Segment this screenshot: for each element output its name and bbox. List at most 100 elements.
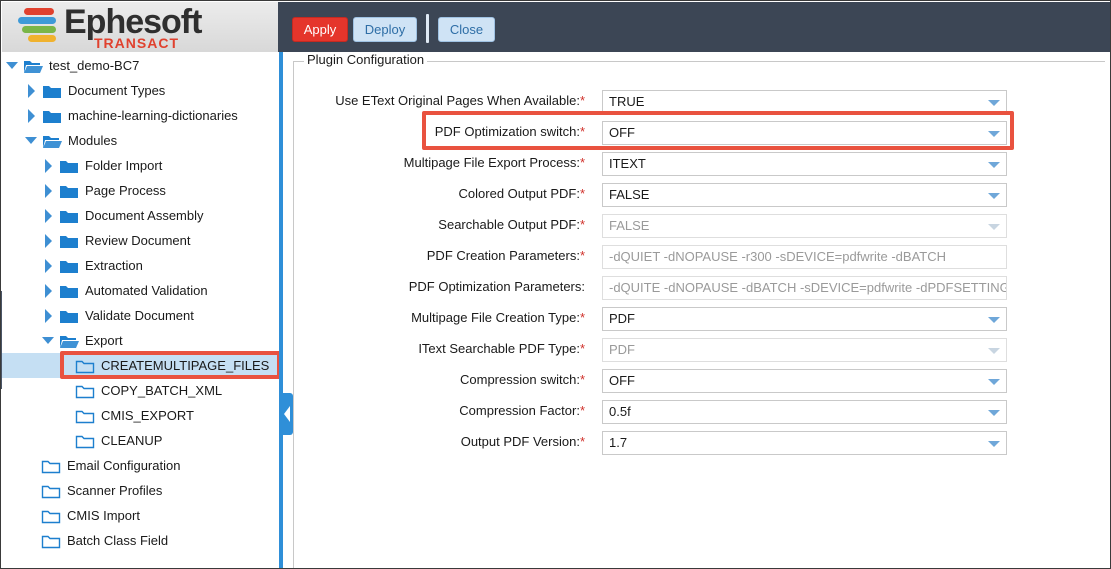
- tree-node-label: Automated Validation: [85, 283, 208, 298]
- select-5: FALSE: [602, 214, 1007, 238]
- required-asterisk: *: [579, 434, 585, 449]
- expanded-arrow-icon[interactable]: [42, 330, 54, 352]
- folder-icon: [41, 534, 61, 549]
- collapse-tree-handle[interactable]: [281, 393, 293, 435]
- dropdown-arrow-icon: [988, 348, 1000, 354]
- tree-node-label: Export: [85, 333, 123, 348]
- folder-icon: [59, 184, 79, 199]
- field-label: PDF Creation Parameters:*: [427, 248, 585, 263]
- collapsed-arrow-icon[interactable]: [42, 305, 54, 327]
- required-asterisk: *: [579, 155, 585, 170]
- field-label-text: IText Searchable PDF Type:: [418, 341, 580, 356]
- close-button[interactable]: Close: [438, 17, 495, 42]
- field-label: Use EText Original Pages When Available:…: [335, 93, 585, 108]
- tree-node-label: machine-learning-dictionaries: [68, 108, 238, 123]
- tree-node-label: Validate Document: [85, 308, 194, 323]
- field-label-text: Multipage File Creation Type:: [411, 310, 580, 325]
- select-10[interactable]: OFF: [602, 369, 1007, 393]
- tree-node-label: Document Assembly: [85, 208, 204, 223]
- field-value: OFF: [609, 373, 635, 388]
- field-label: PDF Optimization Parameters:: [409, 279, 585, 294]
- required-asterisk: *: [579, 310, 585, 325]
- select-12[interactable]: 1.7: [602, 431, 1007, 455]
- required-asterisk: *: [579, 403, 585, 418]
- tree-node-label: Email Configuration: [67, 458, 181, 473]
- text-field-6: -dQUIET -dNOPAUSE -r300 -sDEVICE=pdfwrit…: [602, 245, 1007, 269]
- collapsed-arrow-icon[interactable]: [42, 180, 54, 202]
- folder-icon: [59, 284, 79, 299]
- required-asterisk: *: [579, 341, 585, 356]
- tree-node-label: Modules: [68, 133, 118, 148]
- annotation-highlight-createmultipage: [60, 351, 281, 379]
- dropdown-arrow-icon: [988, 224, 1000, 230]
- tree-node-label: Scanner Profiles: [67, 483, 163, 498]
- tree-node-label: Document Types: [68, 83, 166, 98]
- collapsed-arrow-icon[interactable]: [25, 80, 37, 102]
- field-label-text: PDF Optimization Parameters:: [408, 279, 585, 294]
- field-value: -dQUITE -dNOPAUSE -dBATCH -sDEVICE=pdfwr…: [609, 280, 1007, 295]
- tree-node-label: Review Document: [85, 233, 191, 248]
- folder-icon: [42, 84, 62, 99]
- field-value: 1.7: [609, 435, 628, 450]
- required-asterisk: *: [579, 248, 585, 263]
- collapsed-arrow-icon[interactable]: [25, 105, 37, 127]
- field-label-text: Compression Factor:: [459, 403, 580, 418]
- field-value: PDF: [609, 342, 635, 357]
- tree-node-label: Extraction: [85, 258, 143, 273]
- select-3[interactable]: ITEXT: [602, 152, 1007, 176]
- dropdown-arrow-icon: [988, 100, 1000, 106]
- tree-node-label: CMIS_EXPORT: [101, 408, 194, 423]
- field-value: FALSE: [609, 187, 650, 202]
- dropdown-arrow-icon: [988, 317, 1000, 323]
- tree-node-label: Page Process: [85, 183, 166, 198]
- dropdown-arrow-icon: [988, 379, 1000, 385]
- folder-icon: [41, 509, 61, 524]
- field-value: ITEXT: [609, 156, 646, 171]
- collapsed-arrow-icon[interactable]: [42, 255, 54, 277]
- dropdown-arrow-icon: [988, 162, 1000, 168]
- tree-node-label: Batch Class Field: [67, 533, 169, 548]
- folder-icon: [41, 459, 61, 474]
- annotation-highlight-pdf-optimization: [422, 111, 1014, 150]
- field-label: Compression Factor:*: [459, 403, 585, 418]
- collapsed-arrow-icon[interactable]: [42, 155, 54, 177]
- field-value: 0.5f: [609, 404, 631, 419]
- folder-open-icon: [23, 59, 43, 74]
- plugin-config-legend: Plugin Configuration: [304, 52, 428, 67]
- field-label-text: Multipage File Export Process:: [403, 155, 580, 170]
- dropdown-arrow-icon: [988, 441, 1000, 447]
- field-value: -dQUIET -dNOPAUSE -r300 -sDEVICE=pdfwrit…: [609, 249, 947, 264]
- select-9: PDF: [602, 338, 1007, 362]
- folder-icon: [59, 234, 79, 249]
- chevron-left-icon: [284, 406, 290, 422]
- select-4[interactable]: FALSE: [602, 183, 1007, 207]
- folder-icon: [42, 109, 62, 124]
- folder-icon: [59, 259, 79, 274]
- field-label-text: Searchable Output PDF:: [438, 217, 580, 232]
- logo-sub-text: TRANSACT: [94, 35, 179, 51]
- field-label-text: Output PDF Version:: [460, 434, 580, 449]
- collapsed-arrow-icon[interactable]: [42, 230, 54, 252]
- expanded-arrow-icon[interactable]: [25, 130, 37, 152]
- tree-node-label: Folder Import: [85, 158, 163, 173]
- required-asterisk: *: [579, 93, 585, 108]
- deploy-button[interactable]: Deploy: [353, 17, 417, 42]
- field-value: TRUE: [609, 94, 645, 109]
- field-label: Multipage File Creation Type:*: [411, 310, 585, 325]
- apply-button[interactable]: Apply: [292, 17, 348, 42]
- folder-icon: [41, 484, 61, 499]
- field-label-text: Use EText Original Pages When Available:: [335, 93, 580, 108]
- collapsed-arrow-icon[interactable]: [42, 280, 54, 302]
- expanded-arrow-icon[interactable]: [6, 55, 18, 77]
- select-11[interactable]: 0.5f: [602, 400, 1007, 424]
- collapsed-arrow-icon[interactable]: [42, 205, 54, 227]
- select-8[interactable]: PDF: [602, 307, 1007, 331]
- field-label: Output PDF Version:*: [461, 434, 585, 449]
- toolbar-separator: [426, 14, 429, 43]
- field-label: Multipage File Export Process:*: [404, 155, 585, 170]
- tree-splitter[interactable]: [279, 52, 283, 568]
- required-asterisk: *: [579, 186, 585, 201]
- folder-icon: [59, 159, 79, 174]
- app-frame: Ephesoft TRANSACT Apply Deploy Close tes…: [0, 0, 1111, 569]
- required-asterisk: *: [579, 217, 585, 232]
